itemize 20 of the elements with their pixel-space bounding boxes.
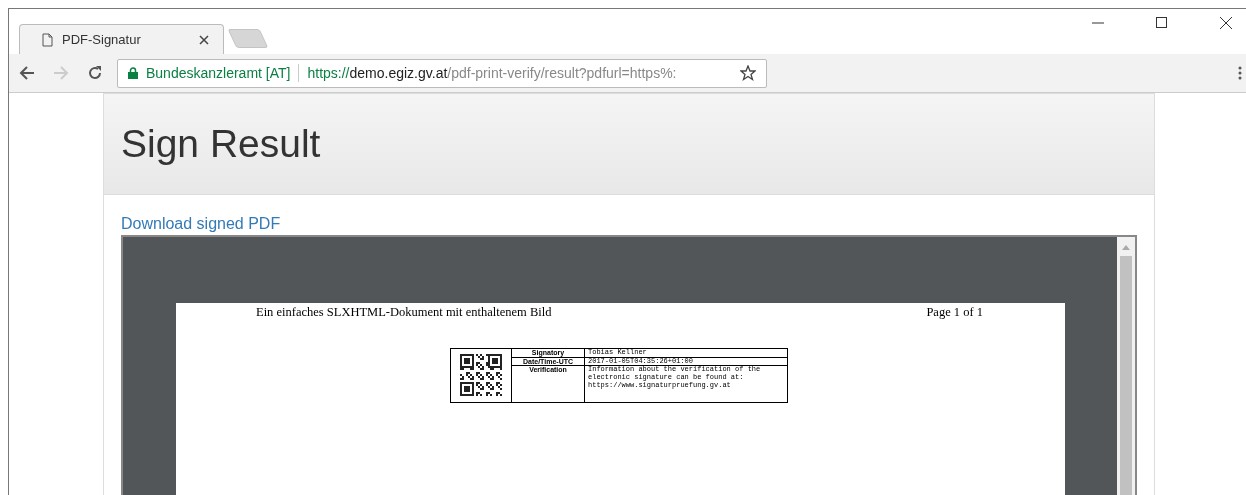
address-bar[interactable]: Bundeskanzleramt [AT] https://demo.egiz.gv.at/pdf-print-verify/result?pdfurl=https%:	[117, 58, 767, 88]
page-number: Page 1 of 1	[926, 305, 983, 320]
url-text: https://demo.egiz.gv.at/pdf-print-verify/result?pdfurl=https%:	[307, 65, 678, 81]
close-icon[interactable]	[199, 34, 209, 45]
site-identity: Bundeskanzleramt [AT]	[146, 65, 291, 81]
document-icon	[42, 32, 53, 47]
document-title: Ein einfaches SLXHTML-Dokument mit enthaltenem Bild	[256, 305, 552, 320]
padlock-icon	[128, 67, 138, 79]
download-link[interactable]: Download signed PDF	[121, 215, 281, 233]
menu-icon[interactable]	[1238, 66, 1242, 80]
qr-code-icon	[460, 353, 502, 396]
scrollbar[interactable]	[1117, 237, 1135, 495]
browser-tab[interactable]: PDF-Signatur	[19, 24, 224, 54]
reload-icon[interactable]	[87, 65, 103, 81]
page-heading: Sign Result	[121, 122, 321, 166]
scrollbar-thumb[interactable]	[1120, 256, 1132, 495]
close-icon[interactable]	[1220, 17, 1232, 29]
maximize-icon[interactable]	[1156, 17, 1168, 29]
back-arrow-icon[interactable]	[19, 65, 35, 81]
star-icon[interactable]	[740, 65, 756, 81]
